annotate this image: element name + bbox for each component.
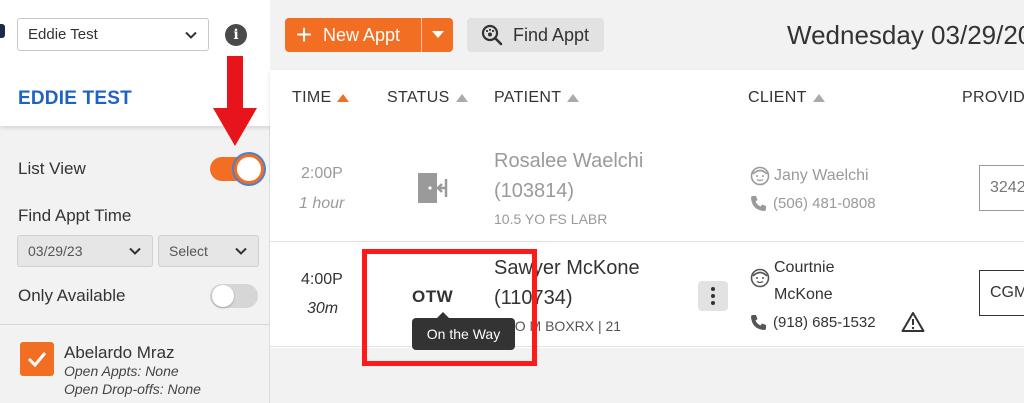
checkmark-icon [27, 352, 47, 368]
provider-code-box[interactable]: 3242 [979, 165, 1024, 211]
column-header-time[interactable]: TIME [292, 89, 350, 107]
provider-open-dropoffs: Open Drop-offs: None [64, 381, 201, 397]
table-row[interactable] [270, 126, 1024, 241]
client-name-last[interactable]: McKone [774, 286, 833, 304]
warning-icon[interactable] [901, 311, 925, 333]
toggle-knob [234, 154, 264, 184]
phone-icon [751, 315, 766, 330]
new-appt-dropdown[interactable] [422, 18, 453, 52]
red-highlight-box [362, 249, 537, 366]
provider-name: Abelardo Mraz [64, 343, 175, 362]
provider-code: CGM [990, 284, 1024, 301]
clinic-select[interactable]: Eddie Test [17, 18, 209, 51]
column-header-label: STATUS [387, 89, 450, 106]
column-header-label: PROVID [962, 89, 1024, 106]
appt-duration: 1 hour [299, 195, 345, 212]
chevron-down-icon [185, 31, 197, 39]
column-header-client[interactable]: CLIENT [748, 89, 825, 107]
phone-icon [751, 196, 766, 211]
provider-code: 3242 [990, 179, 1024, 196]
date-select-value: 03/29/23 [28, 243, 83, 259]
edge-marker [0, 24, 5, 38]
column-header-label: CLIENT [748, 89, 807, 106]
only-available-toggle[interactable] [210, 284, 258, 308]
column-header-patient[interactable]: PATIENT [494, 89, 580, 107]
clinic-select-value: Eddie Test [28, 26, 98, 43]
client-face-icon [750, 166, 770, 186]
dot [711, 294, 715, 298]
sort-icon [812, 94, 825, 102]
only-available-label: Only Available [18, 286, 126, 305]
table-header [270, 70, 1024, 126]
new-appt-button[interactable]: + New Appt [285, 18, 453, 52]
column-header-provider[interactable]: PROVID [962, 89, 1024, 107]
client-phone-number: (506) 481-0808 [773, 195, 876, 212]
find-appt-label: Find Appt [513, 24, 590, 45]
appt-time: 2:00P [301, 165, 343, 182]
dot [711, 301, 715, 305]
client-name[interactable]: Jany Waelchi [774, 167, 869, 185]
search-paw-icon [481, 24, 503, 46]
column-header-label: TIME [292, 89, 332, 106]
time-select-value: Select [169, 243, 208, 259]
column-header-status[interactable]: STATUS [387, 89, 468, 107]
toggle-knob [212, 285, 234, 307]
sort-asc-icon [337, 94, 350, 102]
client-phone: (918) 685-1532 [750, 314, 876, 331]
client-name-first[interactable]: Courtnie [774, 259, 834, 277]
client-phone-number: (918) 685-1532 [773, 314, 876, 331]
find-appt-time-label: Find Appt Time [18, 206, 132, 225]
info-icon[interactable]: i [225, 24, 247, 46]
divider [0, 324, 270, 325]
red-arrow-annotation [213, 56, 257, 146]
caret-down-icon [431, 31, 444, 38]
date-heading: Wednesday 03/29/20 [787, 20, 1024, 50]
plus-icon: + [295, 19, 313, 50]
new-appt-label: New Appt [323, 24, 401, 45]
provider-checkbox[interactable] [20, 342, 54, 376]
date-select[interactable]: 03/29/23 [17, 235, 153, 267]
sort-icon [567, 94, 580, 102]
list-view-label: List View [18, 159, 86, 178]
patient-detail: 10.5 YO FS LABR [494, 211, 608, 227]
chevron-down-icon [129, 247, 141, 255]
checkout-door-icon [418, 173, 448, 203]
provider-open-appts: Open Appts: None [64, 363, 179, 379]
clinic-title: EDDIE TEST [18, 88, 132, 109]
client-phone: (506) 481-0808 [750, 195, 876, 212]
client-face-icon [750, 268, 770, 288]
appt-duration: 30m [307, 300, 339, 317]
provider-code-box[interactable]: CGM [979, 270, 1024, 316]
find-appt-button[interactable]: Find Appt [467, 18, 604, 52]
more-options-button[interactable] [698, 281, 728, 311]
time-select[interactable]: Select [158, 235, 259, 267]
dot [711, 287, 715, 291]
patient-id: (103814) [494, 180, 575, 202]
patient-name[interactable]: Rosalee Waelchi [494, 150, 643, 173]
column-header-label: PATIENT [494, 89, 562, 106]
chevron-down-icon [235, 247, 247, 255]
list-view-toggle[interactable] [210, 154, 264, 184]
sort-icon [455, 94, 468, 102]
appt-time: 4:00P [301, 271, 343, 288]
